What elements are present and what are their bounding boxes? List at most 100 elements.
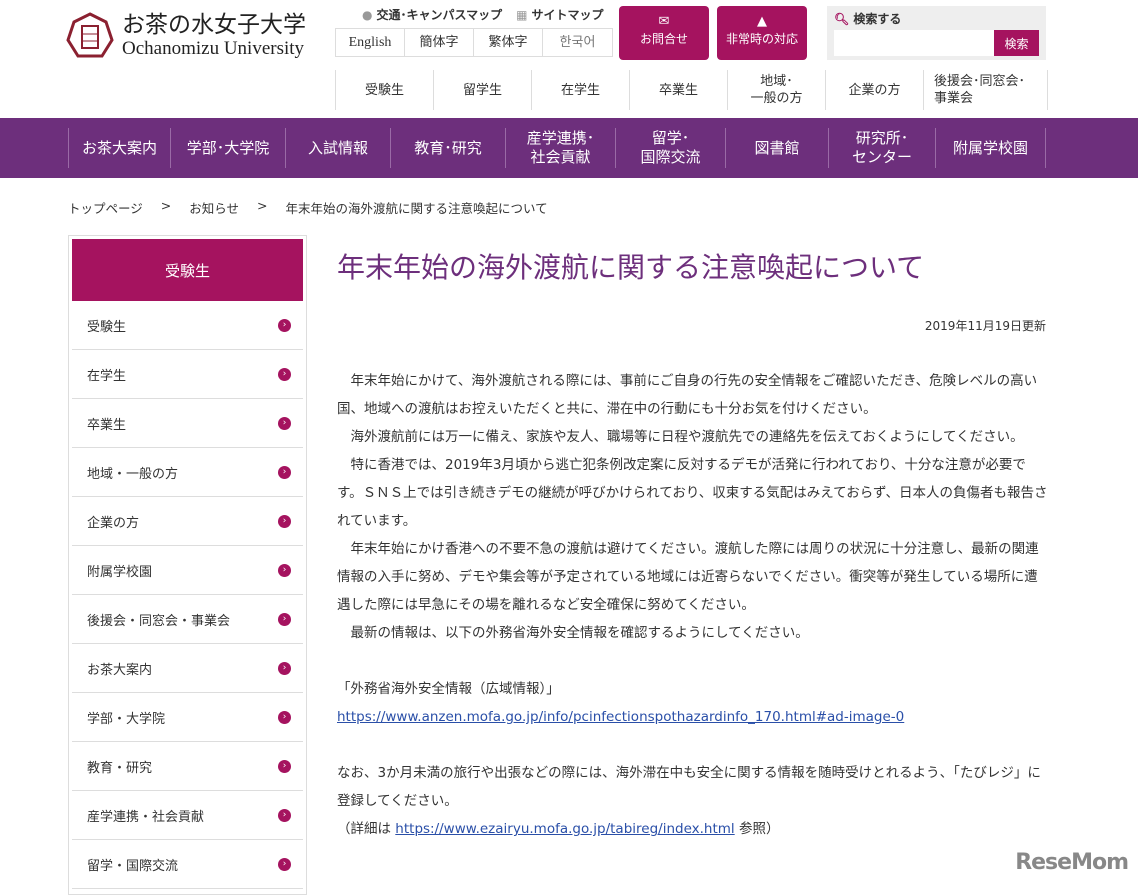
logo-japanese: お茶の水女子大学 (122, 12, 306, 38)
resemom-watermark: ReseMom (1015, 850, 1129, 875)
language-switcher: English 簡体字 繁体字 한국어 (335, 28, 613, 57)
breadcrumb: トップページ > お知らせ > 年末年始の海外渡航に関する注意喚起について (68, 198, 548, 217)
nav-industry[interactable]: 産学連携･ 社会貢献 (505, 128, 615, 168)
sidebar-header[interactable]: 受験生 (72, 239, 303, 301)
sidebar-item-label: 企業の方 (87, 515, 140, 531)
nav-faculties[interactable]: 学部･大学院 (170, 128, 285, 168)
main-nav: お茶大案内 学部･大学院 入試情報 教育･研究 産学連携･ 社会貢献 留学･ 国… (0, 118, 1138, 178)
search-input[interactable] (834, 30, 994, 56)
chevron-right-icon: › (278, 367, 291, 381)
contact-label: お問合せ (639, 32, 688, 46)
lang-korean[interactable]: 한국어 (543, 29, 612, 56)
sidebar-item-label: 地域・一般の方 (87, 466, 179, 482)
updated-date: 2019年11月19日更新 (924, 319, 1046, 333)
search-icon: 🔍︎ (834, 12, 850, 26)
breadcrumb-separator: > (257, 198, 268, 213)
nav-institutes[interactable]: 研究所･ センター (828, 128, 935, 168)
chevron-right-icon: › (278, 514, 291, 528)
sidebar-item-label: 附属学校園 (87, 564, 153, 580)
paragraph: 年末年始にかけて、海外渡航される際には、事前にご自身の行先の安全情報をご確認いた… (337, 373, 1038, 417)
paragraph: 海外渡航前には万一に備え、家族や友人、職場等に日程や渡航先での連絡先を伝えておく… (337, 429, 1024, 445)
sidebar-item[interactable]: お茶大案内 › (72, 644, 303, 693)
paragraph: 最新の情報は、以下の外務省海外安全情報を確認するようにしてください。 (337, 625, 809, 641)
nav-attached-schools[interactable]: 附属学校園 (935, 128, 1046, 168)
search-box: 🔍︎ 検索する 検索 (827, 6, 1046, 60)
tabireg-link[interactable]: https://www.ezairyu.mofa.go.jp/tabireg/i… (395, 821, 734, 837)
article-body: 年末年始にかけて、海外渡航される際には、事前にご自身の行先の安全情報をご確認いた… (337, 367, 1049, 843)
map-pin-icon: ● (362, 8, 373, 22)
sidebar-item[interactable]: 産学連携・社会貢献 › (72, 791, 303, 840)
subnav-alumni[interactable]: 卒業生 (629, 70, 727, 110)
link-label: 「外務省海外安全情報（広域情報）」 (337, 681, 560, 697)
sidebar-item[interactable]: 附属学校園 › (72, 546, 303, 595)
nav-education-research[interactable]: 教育･研究 (390, 128, 505, 168)
breadcrumb-news[interactable]: お知らせ (189, 198, 239, 217)
sitemap-label: サイトマップ (531, 8, 604, 22)
sidebar-item[interactable]: 在学生 › (72, 350, 303, 399)
detail-suffix: 参照） (734, 821, 780, 837)
sidebar: 受験生 受験生 › 在学生 › 卒業生 › 地域・一般の方 › 企業の方 › 附属学校園 › 後援会・同… (68, 235, 307, 895)
search-button[interactable]: 検索 (994, 30, 1039, 56)
access-map-link[interactable]: ● 交通･キャンパスマップ (362, 6, 502, 23)
sidebar-item[interactable]: 教育・研究 › (72, 742, 303, 791)
subnav-supporters[interactable]: 後援会･同窓会･ 事業会 (923, 70, 1048, 110)
sitemap-icon: ▦ (516, 8, 528, 22)
mofa-anzen-link[interactable]: https://www.anzen.mofa.go.jp/info/pcinfe… (337, 709, 904, 725)
subnav-business[interactable]: 企業の方 (825, 70, 923, 110)
sidebar-item-label: 受験生 (87, 319, 127, 335)
chevron-right-icon: › (278, 808, 291, 822)
chevron-right-icon: › (278, 612, 291, 626)
detail-prefix: （詳細は (337, 821, 396, 837)
nav-international[interactable]: 留学･ 国際交流 (615, 128, 725, 168)
page-title: 年末年始の海外渡航に関する注意喚起について (337, 251, 925, 284)
chevron-right-icon: › (278, 710, 291, 724)
access-map-label: 交通･キャンパスマップ (376, 8, 503, 22)
chevron-right-icon: › (278, 759, 291, 773)
sidebar-item[interactable]: 留学・国際交流 › (72, 840, 303, 889)
crest-icon (66, 12, 114, 58)
subnav-community[interactable]: 地域･ 一般の方 (727, 70, 825, 110)
lang-english[interactable]: English (336, 29, 405, 56)
breadcrumb-current: 年末年始の海外渡航に関する注意喚起について (285, 201, 548, 216)
subnav-international[interactable]: 留学生 (433, 70, 531, 110)
nav-about[interactable]: お茶大案内 (68, 128, 170, 168)
sidebar-item[interactable]: 地域・一般の方 › (72, 448, 303, 497)
sidebar-item[interactable]: 企業の方 › (72, 497, 303, 546)
chevron-right-icon: › (278, 857, 291, 871)
sitemap-link[interactable]: ▦ サイトマップ (516, 6, 603, 23)
chevron-right-icon: › (278, 661, 291, 675)
paragraph: なお、3か月未満の旅行や出張などの際には、海外滞在中も安全に関する情報を随時受け… (337, 765, 1041, 809)
lang-traditional-chinese[interactable]: 繁体字 (474, 29, 543, 56)
logo-english: Ochanomizu University (122, 38, 305, 59)
lang-simplified-chinese[interactable]: 簡体字 (405, 29, 474, 56)
subnav-students[interactable]: 在学生 (531, 70, 629, 110)
search-label: 検索する (853, 12, 902, 26)
sidebar-item[interactable]: 卒業生 › (72, 399, 303, 448)
emergency-button[interactable]: ▲ 非常時の対応 (717, 6, 807, 60)
sidebar-item-label: 産学連携・社会貢献 (87, 809, 205, 825)
sidebar-item[interactable]: 受験生 › (72, 301, 303, 350)
mail-icon: ✉ (658, 14, 670, 29)
chevron-right-icon: › (278, 465, 291, 479)
sidebar-item-label: 卒業生 (87, 417, 127, 433)
subnav-prospective[interactable]: 受験生 (335, 70, 433, 110)
sidebar-item-label: 留学・国際交流 (87, 858, 179, 874)
sidebar-item-label: 学部・大学院 (87, 711, 166, 727)
breadcrumb-home[interactable]: トップページ (68, 198, 143, 217)
sidebar-item-label: 後援会・同窓会・事業会 (87, 613, 231, 629)
nav-admissions[interactable]: 入試情報 (285, 128, 390, 168)
nav-library[interactable]: 図書館 (725, 128, 828, 168)
sidebar-item-label: 在学生 (87, 368, 127, 384)
university-logo[interactable]: お茶の水女子大学 Ochanomizu University (66, 12, 306, 60)
chevron-right-icon: › (278, 416, 291, 430)
sidebar-item-label: 教育・研究 (87, 760, 153, 776)
paragraph: 特に香港では、2019年3月頃から逃亡犯条例改定案に反対するデモが活発に行われて… (337, 457, 1048, 529)
breadcrumb-separator: > (160, 198, 172, 213)
sidebar-item[interactable]: 学部・大学院 › (72, 693, 303, 742)
sidebar-item[interactable]: 後援会・同窓会・事業会 › (72, 595, 303, 644)
chevron-right-icon: › (278, 563, 291, 577)
warning-icon: ▲ (757, 14, 767, 29)
sidebar-item-label: お茶大案内 (87, 662, 153, 678)
chevron-right-icon: › (278, 318, 291, 332)
contact-button[interactable]: ✉ お問合せ (619, 6, 709, 60)
